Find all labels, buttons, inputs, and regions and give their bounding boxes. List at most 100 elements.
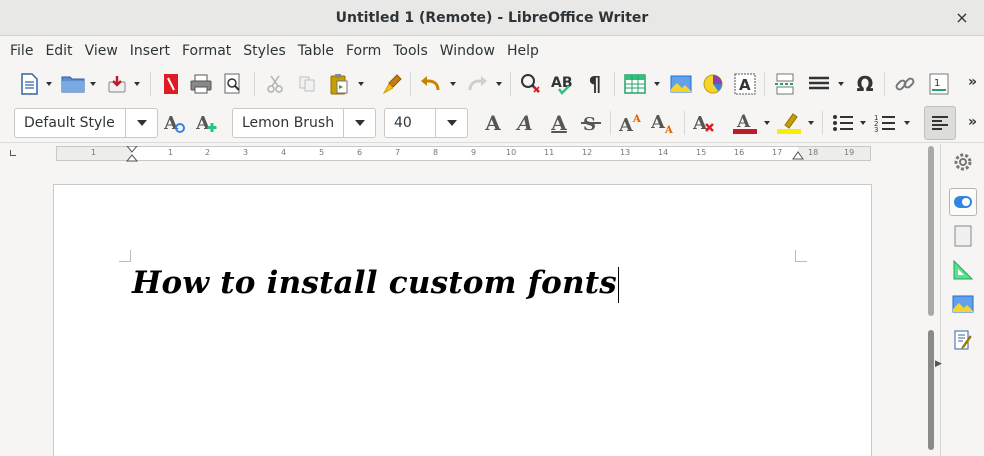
document-area[interactable]: How to install custom fonts — [0, 162, 940, 456]
strikethrough-icon[interactable]: S — [578, 110, 604, 136]
font-name-value[interactable]: Lemon Brush — [233, 115, 343, 131]
insert-table-dropdown[interactable] — [652, 71, 662, 97]
bullet-list-icon[interactable] — [830, 110, 856, 136]
font-name-dropdown[interactable] — [343, 109, 375, 137]
menu-edit[interactable]: Edit — [39, 37, 78, 65]
highlight-color-icon[interactable] — [776, 110, 802, 136]
open-folder-icon[interactable] — [60, 71, 86, 97]
insert-table-icon[interactable] — [622, 71, 648, 97]
subscript-icon[interactable]: AA — [650, 110, 676, 136]
underline-icon[interactable]: A — [546, 110, 572, 136]
sidebar-page-icon[interactable] — [949, 222, 977, 250]
sidebar: ▶ — [935, 144, 984, 456]
superscript-icon[interactable]: AA — [618, 110, 644, 136]
print-icon[interactable] — [188, 71, 214, 97]
font-color-dropdown[interactable] — [762, 110, 772, 136]
menu-table[interactable]: Table — [292, 37, 340, 65]
font-size-dropdown[interactable] — [435, 109, 467, 137]
svg-text:A: A — [632, 114, 641, 125]
new-style-icon[interactable]: A — [194, 110, 220, 136]
menu-format[interactable]: Format — [176, 37, 237, 65]
undo-icon[interactable] — [418, 71, 444, 97]
clear-formatting-icon[interactable]: A — [692, 110, 718, 136]
align-left-button[interactable] — [924, 106, 956, 140]
right-indent-marker[interactable] — [792, 151, 804, 161]
save-dropdown[interactable] — [132, 71, 142, 97]
insert-footnote-icon[interactable]: 1 — [926, 71, 952, 97]
title-bar: Untitled 1 (Remote) - LibreOffice Writer… — [0, 0, 984, 36]
svg-text:A: A — [693, 113, 708, 134]
document-page[interactable]: How to install custom fonts — [53, 184, 872, 456]
bold-icon[interactable]: A — [480, 110, 506, 136]
menu-styles[interactable]: Styles — [237, 37, 291, 65]
open-dropdown[interactable] — [88, 71, 98, 97]
hyperlink-icon[interactable] — [892, 71, 918, 97]
font-size-combo[interactable]: 40 — [384, 108, 468, 138]
numbered-list-dropdown[interactable] — [902, 110, 912, 136]
document-text[interactable]: How to install custom fonts — [132, 265, 619, 303]
sidebar-collapse-handle[interactable]: ▶ — [935, 359, 942, 373]
paragraph-style-value[interactable]: Default Style — [15, 115, 125, 131]
font-color-icon[interactable]: A — [732, 110, 758, 136]
bullet-list-dropdown[interactable] — [858, 110, 868, 136]
find-replace-icon[interactable] — [518, 71, 544, 97]
highlight-color-dropdown[interactable] — [806, 110, 816, 136]
redo-icon[interactable] — [464, 71, 490, 97]
paste-icon[interactable] — [326, 71, 352, 97]
export-pdf-icon[interactable] — [158, 71, 184, 97]
vertical-scrollbar[interactable] — [926, 146, 936, 456]
scrollbar-thumb[interactable] — [928, 330, 934, 450]
clone-formatting-icon[interactable] — [380, 71, 406, 97]
close-window-button[interactable]: × — [952, 8, 972, 28]
text-boundary-corner — [795, 250, 807, 262]
sidebar-gallery-icon[interactable] — [949, 290, 977, 318]
menu-insert[interactable]: Insert — [124, 37, 176, 65]
insert-field-icon[interactable] — [806, 71, 832, 97]
numbered-list-icon[interactable]: 123 — [872, 110, 898, 136]
menu-help[interactable]: Help — [501, 37, 545, 65]
spelling-icon[interactable]: AB — [550, 71, 576, 97]
ruler-number: 2 — [205, 148, 211, 157]
ruler-number: 4 — [281, 148, 287, 157]
save-icon[interactable] — [104, 71, 130, 97]
menu-form[interactable]: Form — [340, 37, 387, 65]
update-style-icon[interactable]: A — [162, 110, 188, 136]
font-size-value[interactable]: 40 — [385, 115, 435, 131]
svg-text:1: 1 — [934, 78, 940, 89]
insert-textbox-icon[interactable]: A — [732, 71, 758, 97]
insert-chart-icon[interactable] — [700, 71, 726, 97]
cut-icon[interactable] — [262, 71, 288, 97]
paste-dropdown[interactable] — [356, 71, 366, 97]
redo-dropdown[interactable] — [494, 71, 504, 97]
left-indent-marker[interactable] — [126, 146, 138, 162]
formatting-more-button[interactable]: » — [968, 114, 977, 130]
insert-image-icon[interactable] — [668, 71, 694, 97]
paragraph-style-combo[interactable]: Default Style — [14, 108, 158, 138]
menu-file[interactable]: File — [4, 37, 39, 65]
ruler-number: 14 — [658, 148, 669, 157]
undo-dropdown[interactable] — [448, 71, 458, 97]
sidebar-settings-icon[interactable] — [949, 148, 977, 176]
new-document-icon[interactable] — [16, 71, 42, 97]
copy-icon[interactable] — [294, 71, 320, 97]
svg-text:AB: AB — [551, 75, 573, 91]
horizontal-ruler[interactable]: 1 1 2 3 4 5 6 7 8 9 10 11 12 13 14 15 16… — [56, 146, 871, 162]
italic-icon[interactable]: A — [512, 110, 538, 136]
sidebar-styles-icon[interactable] — [949, 256, 977, 284]
formatting-marks-icon[interactable]: ¶ — [582, 71, 608, 97]
tab-stop-selector[interactable] — [10, 150, 16, 156]
paragraph-style-dropdown[interactable] — [125, 109, 157, 137]
toolbar-more-button[interactable]: » — [968, 74, 977, 90]
insert-page-break-icon[interactable] — [772, 71, 798, 97]
menu-tools[interactable]: Tools — [387, 37, 434, 65]
sidebar-navigator-icon[interactable] — [949, 326, 977, 354]
sidebar-properties-icon[interactable] — [949, 188, 977, 216]
menu-view[interactable]: View — [79, 37, 124, 65]
menu-window[interactable]: Window — [434, 37, 501, 65]
print-preview-icon[interactable] — [220, 71, 246, 97]
font-name-combo[interactable]: Lemon Brush — [232, 108, 376, 138]
special-character-icon[interactable]: Ω — [852, 71, 878, 97]
new-dropdown[interactable] — [44, 71, 54, 97]
scrollbar-trough[interactable] — [928, 146, 934, 316]
insert-field-dropdown[interactable] — [836, 71, 846, 97]
